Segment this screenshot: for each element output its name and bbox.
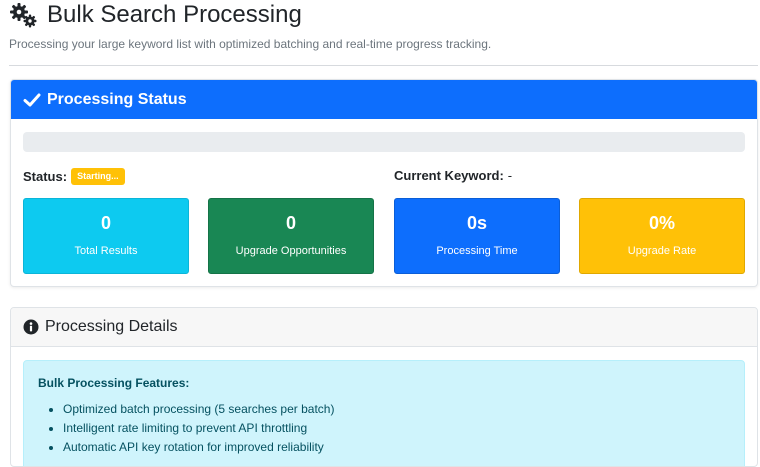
status-badge: Starting... <box>71 168 125 185</box>
feature-item: Intelligent rate limiting to prevent API… <box>63 419 730 438</box>
feature-item: Automatic API key rotation for improved … <box>63 438 730 457</box>
divider <box>9 65 758 66</box>
stat-label: Upgrade Rate <box>627 245 697 257</box>
stat-label: Upgrade Opportunities <box>235 245 347 257</box>
processing-details-title: Processing Details <box>45 318 178 335</box>
stat-processing-time: 0s Processing Time <box>394 198 560 274</box>
current-keyword-row: Current Keyword: - <box>394 168 512 183</box>
stat-value: 0 <box>285 213 296 233</box>
status-label: Status: <box>23 169 68 184</box>
processing-status-header: Processing Status <box>11 80 757 119</box>
features-title: Bulk Processing Features: <box>38 376 190 390</box>
page-header: Bulk Search Processing <box>9 0 302 30</box>
status-row: Status: Starting... <box>23 168 125 185</box>
current-keyword-label: Current Keyword: <box>394 168 504 183</box>
stat-upgrade-opportunities: 0 Upgrade Opportunities <box>208 198 374 274</box>
progress-bar <box>23 132 745 152</box>
page-subtitle: Processing your large keyword list with … <box>9 37 492 51</box>
processing-details-header: Processing Details <box>11 308 757 347</box>
stat-total-results: 0 Total Results <box>23 198 189 274</box>
stat-upgrade-rate: 0% Upgrade Rate <box>579 198 745 274</box>
stat-value: 0 <box>100 213 111 233</box>
stat-value: 0s <box>466 213 488 233</box>
check-icon <box>23 93 41 106</box>
current-keyword-value: - <box>507 168 513 183</box>
page-title: Bulk Search Processing <box>47 1 302 28</box>
features-alert: Bulk Processing Features: Optimized batc… <box>23 360 745 466</box>
feature-item: Optimized batch processing (5 searches p… <box>63 400 730 419</box>
info-circle-icon <box>23 319 39 335</box>
processing-status-card: Processing Status Status: Starting... Cu… <box>10 79 758 287</box>
processing-status-title: Processing Status <box>47 90 187 108</box>
gears-icon <box>10 3 37 28</box>
stat-label: Total Results <box>74 245 138 257</box>
stat-label: Processing Time <box>436 245 518 257</box>
stat-value: 0% <box>648 213 675 233</box>
processing-details-card: Processing Details Bulk Processing Featu… <box>10 307 758 467</box>
features-list: Optimized batch processing (5 searches p… <box>38 400 730 457</box>
